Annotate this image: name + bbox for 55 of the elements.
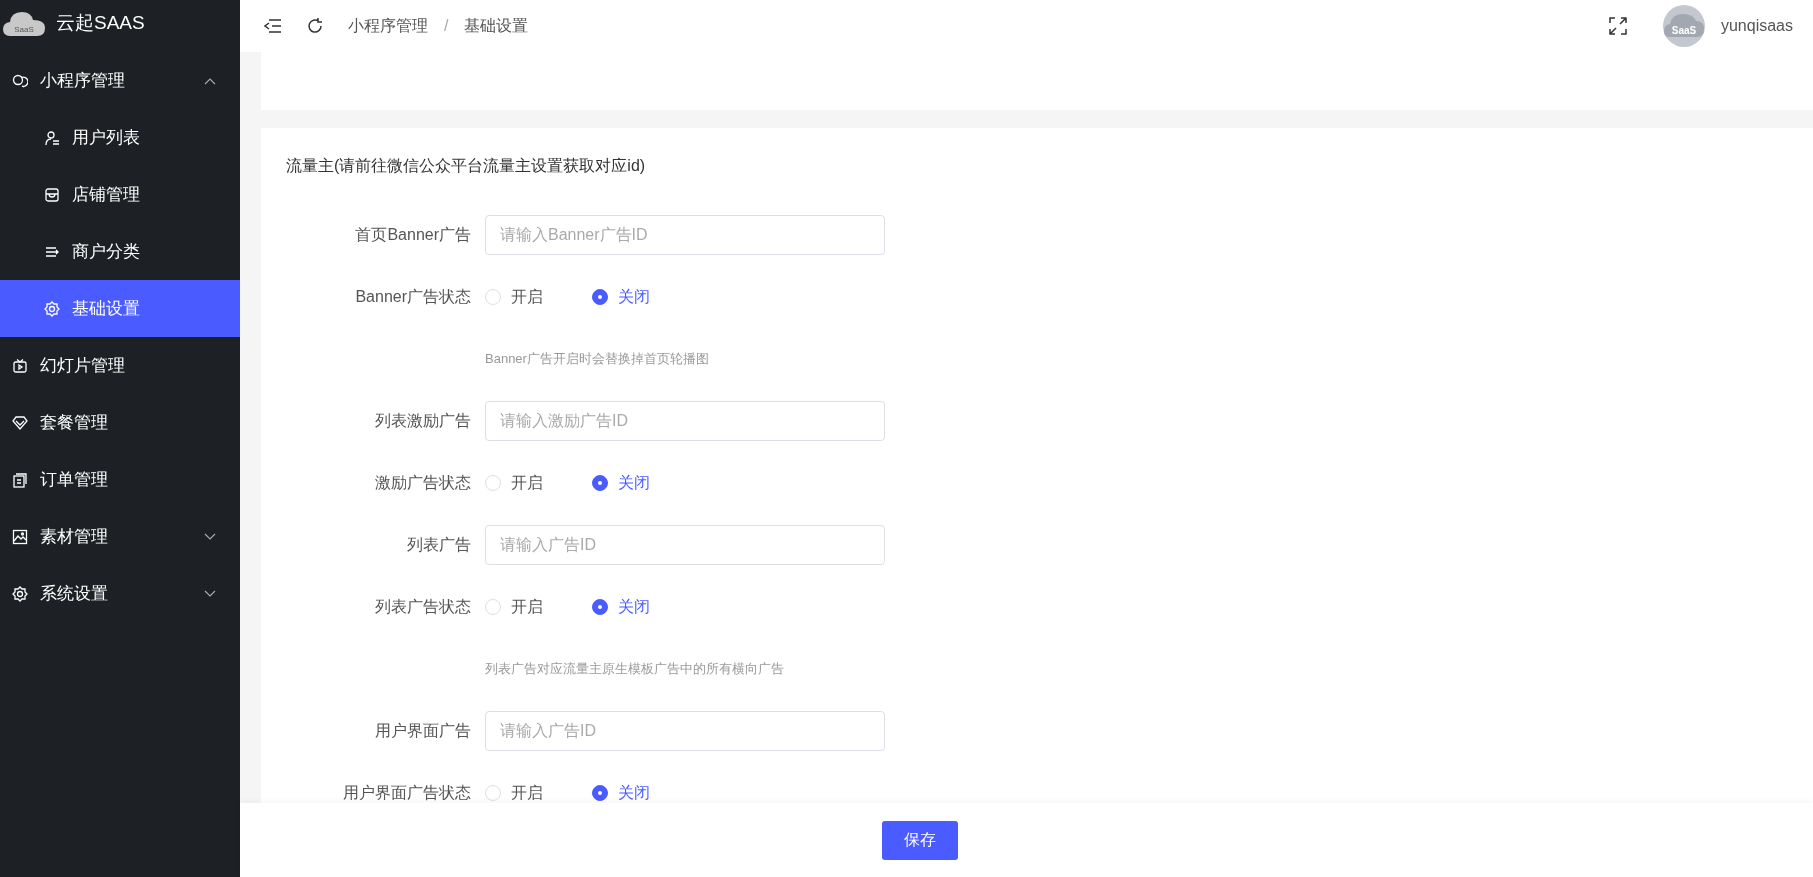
sidebar-menu-item[interactable]: 订单管理 [0,451,240,508]
radio-button[interactable] [592,289,608,305]
radio-label[interactable]: 关闭 [618,596,650,618]
field-label: Banner广告状态 [354,286,471,307]
input-field[interactable]: 请输入广告ID [485,711,885,751]
menu-icon [12,528,28,545]
field-label: 列表激励广告 [374,410,471,431]
radio-label[interactable]: 关闭 [618,286,650,308]
sidebar-menu-item[interactable]: 幻灯片管理 [0,337,240,394]
menu-icon [12,357,28,374]
menu-fold-icon[interactable] [264,19,282,33]
field-label: 首页Banner广告 [354,224,471,245]
sidebar-menu-item[interactable]: 素材管理 [0,508,240,565]
radio-button[interactable] [592,475,608,491]
hint-text: 列表广告对应流量主原生模板广告中的所有横向广告 [485,660,784,678]
breadcrumb-link[interactable]: 小程序管理 [348,15,428,37]
sidebar-submenu-item[interactable]: 基础设置 [0,280,240,337]
radio-label[interactable]: 开启 [511,286,543,308]
brand-name: 云起SAAS [56,11,145,35]
radio-label[interactable]: 开启 [511,596,543,618]
field-label: 用户界面广告状态 [342,782,471,803]
sidebar-menu-item[interactable]: 套餐管理 [0,394,240,451]
radio-button[interactable] [592,599,608,615]
fullscreen-icon[interactable] [1608,17,1627,35]
field-label: 列表广告状态 [374,596,471,617]
radio-label[interactable]: 关闭 [618,782,650,803]
sidebar-submenu-item[interactable]: 用户列表 [0,109,240,166]
refresh-icon[interactable] [306,17,324,35]
section-title: 流量主(请前往微信公众平台流量主设置获取对应id) [286,156,647,176]
sidebar-submenu-item[interactable]: 店铺管理 [0,166,240,223]
sidebar-submenu-item[interactable]: 商户分类 [0,223,240,280]
radio-label[interactable]: 开启 [511,472,543,494]
field-label: 用户界面广告 [374,720,471,741]
radio-button[interactable] [592,785,608,801]
menu-icon [44,129,60,146]
radio-label[interactable]: 开启 [511,782,543,803]
menu-icon [12,585,28,602]
save-button[interactable]: 保存 [881,820,958,860]
breadcrumb-link[interactable]: 基础设置 [464,15,529,37]
menu-icon [12,471,28,488]
sidebar-menu-item[interactable]: 小程序管理 [0,52,240,109]
user-name[interactable]: yunqisaas [1720,17,1793,35]
menu-icon [44,186,60,203]
radio-label[interactable]: 关闭 [618,472,650,494]
input-field[interactable]: 请输入Banner广告ID [485,215,885,255]
field-label: 列表广告 [406,534,471,555]
menu-icon [12,72,28,89]
hint-text: Banner广告开启时会替换掉首页轮播图 [485,350,709,368]
input-field[interactable]: 请输入广告ID [485,525,885,565]
menu-icon [12,414,28,431]
input-field[interactable]: 请输入激励广告ID [485,401,885,441]
breadcrumb-separator: / [444,17,449,35]
field-label: 激励广告状态 [374,472,471,493]
menu-icon [44,300,60,317]
sidebar-menu-item[interactable]: 系统设置 [0,565,240,622]
